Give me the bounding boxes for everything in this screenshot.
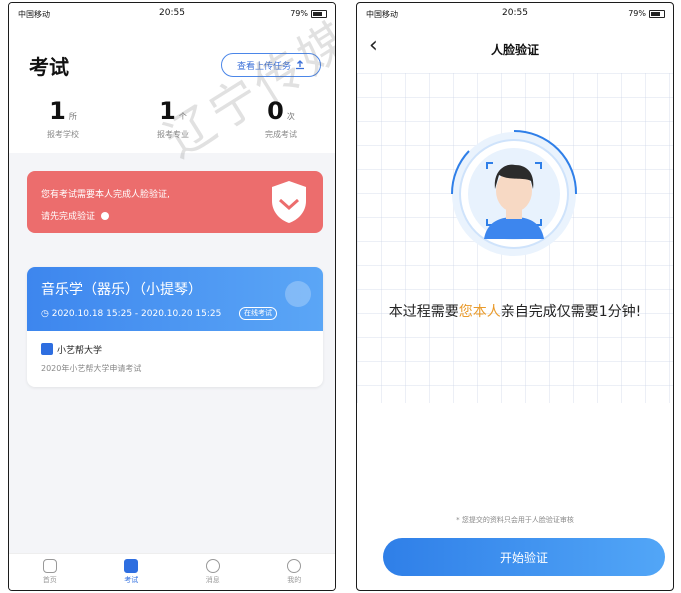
- tab-profile[interactable]: 我的: [254, 554, 336, 590]
- shield-icon: [272, 181, 306, 223]
- page-title: 人脸验证: [490, 43, 539, 57]
- exam-icon: [124, 559, 139, 573]
- location-pin-icon: [285, 281, 311, 307]
- stat-number: 1: [159, 97, 176, 125]
- page-title: 考试: [29, 55, 69, 79]
- stat-label: 报考学校: [47, 130, 79, 139]
- tab-label: 我的: [287, 576, 302, 584]
- privacy-notice: * 您提交的资料只会用于人脸验证审核: [456, 516, 574, 524]
- university-name: 小艺帮大学: [57, 346, 103, 356]
- alert-message: 您有考试需要本人完成人脸验证,: [41, 190, 170, 200]
- face-verification-alert[interactable]: 您有考试需要本人完成人脸验证, 请先完成验证: [27, 171, 323, 233]
- message-text: 本过程需要: [388, 304, 459, 320]
- exam-card-header: 音乐学（器乐）（小提琴） ◷ 2020.10.18 15:25 - 2020.1…: [27, 267, 323, 331]
- upload-icon: [296, 60, 304, 70]
- stat-majors: 1个 报考专业: [133, 99, 213, 140]
- tab-home[interactable]: 首页: [9, 554, 91, 590]
- stat-schools: 1所 报考学校: [23, 99, 103, 140]
- battery-icon: [649, 9, 665, 18]
- alert-action-label: 请先完成验证: [41, 212, 96, 222]
- verification-message: 本过程需要您本人亲自完成仅需要1分钟!: [387, 301, 643, 323]
- stat-label: 报考专业: [157, 130, 189, 139]
- stat-label: 完成考试: [265, 130, 297, 139]
- face-verification-screen: 中国移动 20:55 79% ‹ 人脸验证 本过程需要您本人亲自完成仅需要1分钟…: [356, 2, 674, 591]
- message-text-end: 亲自完成仅需要1分钟!: [500, 304, 642, 320]
- battery-indicator: 79%: [290, 9, 327, 18]
- tab-exam[interactable]: 考试: [91, 554, 173, 590]
- stat-unit: 个: [178, 112, 187, 121]
- battery-percent: 79%: [290, 9, 308, 18]
- bottom-tab-bar: 首页 考试 消息 我的: [9, 553, 335, 590]
- exam-title: 音乐学（器乐）（小提琴）: [41, 282, 202, 298]
- start-button-label: 开始验证: [499, 550, 548, 565]
- chevron-right-icon: [100, 212, 109, 220]
- university-logo-icon: [41, 343, 53, 355]
- battery-indicator: 79%: [628, 9, 665, 18]
- exam-card[interactable]: 音乐学（器乐）（小提琴） ◷ 2020.10.18 15:25 - 2020.1…: [27, 267, 323, 387]
- face-scan-illustration: [450, 130, 578, 256]
- exam-type-badge: 在线考试: [239, 307, 277, 320]
- exam-time-range: 2020.10.18 15:25 - 2020.10.20 15:25: [51, 309, 222, 319]
- tab-label: 首页: [42, 576, 57, 584]
- stat-number: 0: [267, 97, 284, 125]
- start-verification-button[interactable]: 开始验证: [383, 538, 665, 576]
- status-bar: 中国移动 20:55 79%: [357, 3, 673, 25]
- exam-subtitle: 2020年小艺帮大学申请考试: [41, 364, 142, 373]
- clock: 20:55: [159, 8, 185, 18]
- upload-button-label: 查看上传任务: [236, 61, 291, 72]
- exam-time: ◷ 2020.10.18 15:25 - 2020.10.20 15:25: [41, 309, 221, 319]
- clock: 20:55: [502, 8, 528, 18]
- message-icon: [205, 559, 220, 573]
- view-upload-tasks-button[interactable]: 查看上传任务: [221, 53, 321, 77]
- stat-completed: 0次 完成考试: [241, 99, 321, 140]
- battery-percent: 79%: [628, 9, 646, 18]
- profile-icon: [287, 559, 302, 573]
- clock-icon: ◷: [41, 309, 49, 319]
- tab-label: 消息: [205, 576, 220, 584]
- exam-screen: 中国移动 20:55 79% 考试 查看上传任务 1所 报考学校 1个 报考专业…: [8, 2, 336, 591]
- stat-unit: 次: [286, 112, 295, 121]
- battery-icon: [311, 9, 327, 18]
- message-highlight: 您本人: [458, 304, 501, 320]
- tab-message[interactable]: 消息: [172, 554, 254, 590]
- tab-label: 考试: [124, 576, 139, 584]
- home-icon: [42, 559, 57, 573]
- stat-number: 1: [49, 97, 66, 125]
- alert-action: 请先完成验证: [41, 209, 109, 222]
- stat-unit: 所: [68, 112, 77, 121]
- status-bar: 中国移动 20:55 79%: [9, 3, 335, 25]
